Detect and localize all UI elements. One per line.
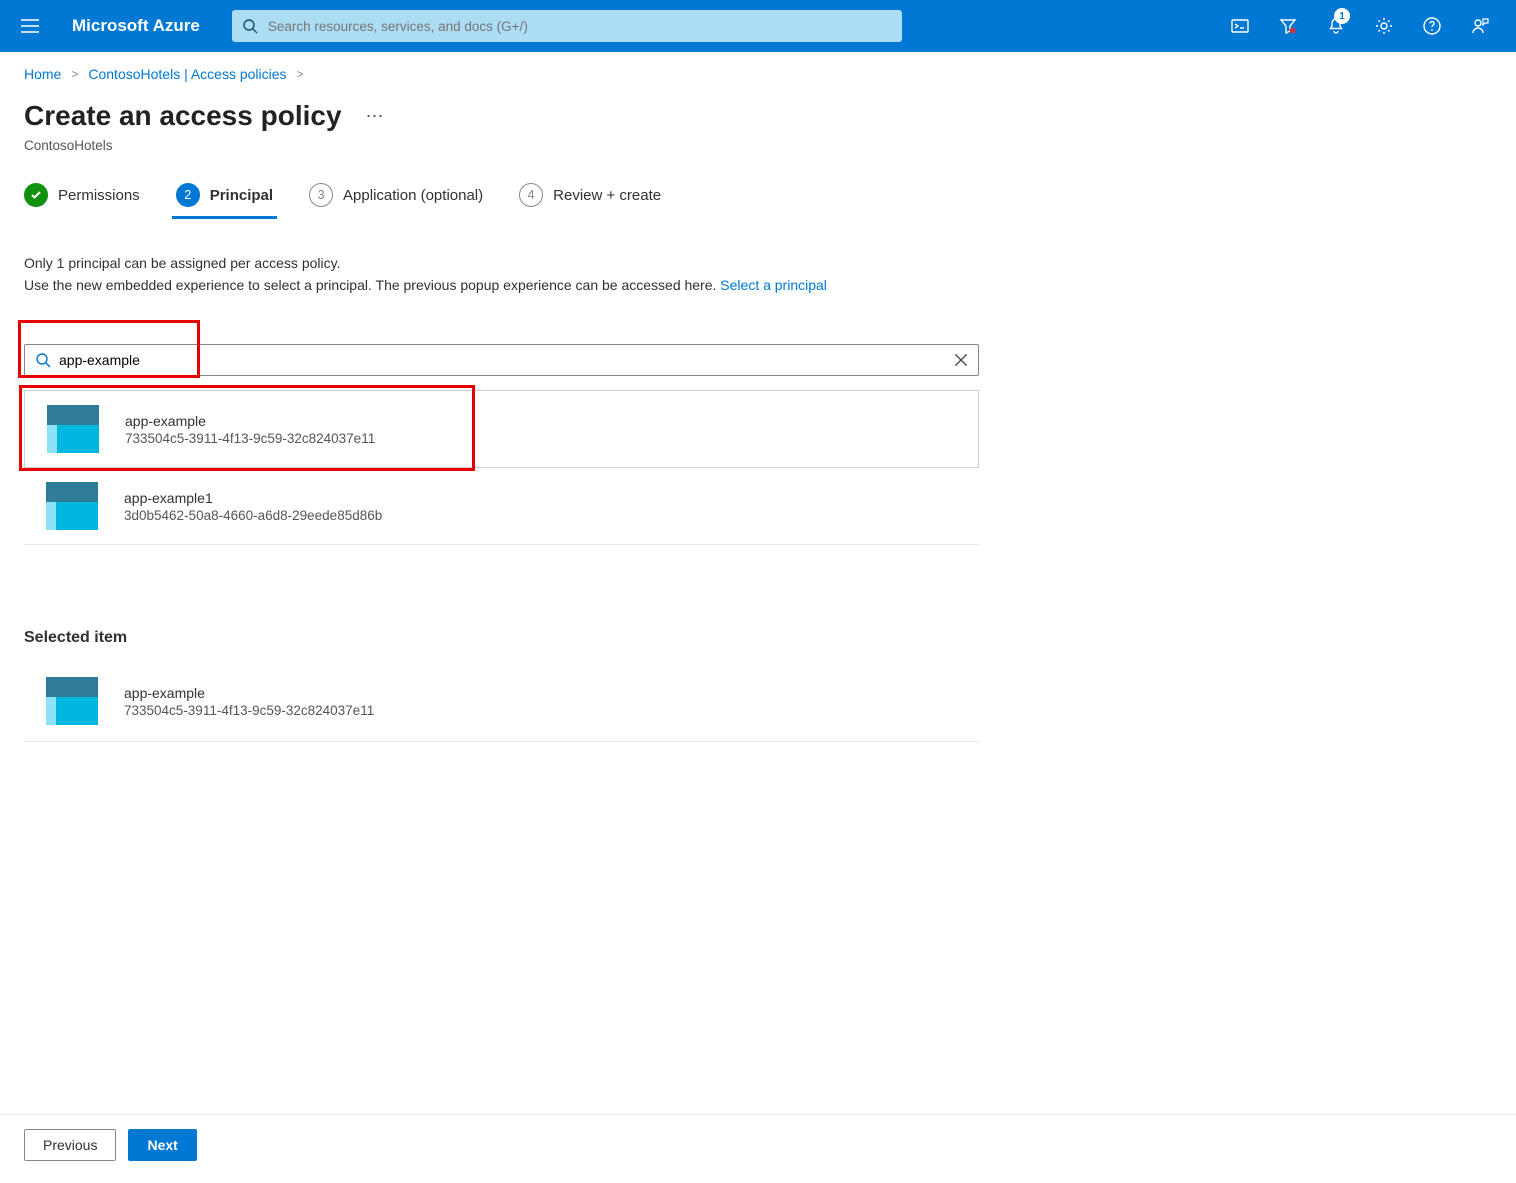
previous-button[interactable]: Previous [24, 1129, 116, 1161]
topbar-icon-group: 1 [1216, 0, 1504, 52]
result-item-app-example1[interactable]: app-example1 3d0b5462-50a8-4660-a6d8-29e… [24, 468, 979, 545]
result-name: app-example1 [124, 490, 382, 506]
hamburger-menu-button[interactable] [12, 8, 48, 44]
wizard-footer: Previous Next [0, 1114, 1516, 1183]
chevron-right-icon: > [297, 67, 304, 81]
step-label: Application (optional) [343, 187, 483, 204]
result-guid: 3d0b5462-50a8-4660-a6d8-29eede85d86b [124, 508, 382, 523]
result-guid: 733504c5-3911-4f13-9c59-32c824037e11 [125, 431, 375, 446]
next-button[interactable]: Next [128, 1129, 196, 1161]
step-label: Permissions [58, 187, 140, 204]
step-label: Review + create [553, 187, 661, 204]
check-icon [24, 183, 48, 207]
principal-search-box [24, 344, 979, 376]
cloud-shell-button[interactable] [1216, 0, 1264, 52]
result-name: app-example [125, 413, 375, 429]
step-review[interactable]: 4 Review + create [519, 183, 661, 217]
selected-name: app-example [124, 685, 374, 701]
filter-button[interactable] [1264, 0, 1312, 52]
chevron-right-icon: > [71, 67, 78, 81]
filter-icon [1278, 16, 1298, 36]
step-application[interactable]: 3 Application (optional) [309, 183, 483, 217]
global-search-input[interactable] [232, 10, 902, 42]
step-label: Principal [210, 187, 273, 204]
feedback-button[interactable] [1456, 0, 1504, 52]
breadcrumb-home[interactable]: Home [24, 66, 61, 82]
search-icon [35, 352, 51, 368]
step-number-icon: 2 [176, 183, 200, 207]
notification-badge: 1 [1334, 8, 1350, 24]
more-actions-button[interactable]: ⋯ [360, 106, 390, 127]
cloud-shell-icon [1230, 16, 1250, 36]
result-item-app-example[interactable]: app-example 733504c5-3911-4f13-9c59-32c8… [24, 390, 979, 468]
principal-search-input[interactable] [51, 352, 952, 368]
step-description: Only 1 principal can be assigned per acc… [24, 253, 984, 296]
desc-line-1: Only 1 principal can be assigned per acc… [24, 253, 984, 275]
step-permissions[interactable]: Permissions [24, 183, 140, 217]
person-feedback-icon [1470, 16, 1490, 36]
content-area: Home > ContosoHotels | Access policies >… [0, 52, 1516, 822]
selected-section-title: Selected item [24, 629, 979, 647]
hamburger-icon [21, 19, 39, 33]
selected-item-section: Selected item app-example 733504c5-3911-… [24, 629, 979, 742]
clear-search-button[interactable] [952, 351, 970, 369]
app-icon [47, 405, 99, 453]
wizard-steps: Permissions 2 Principal 3 Application (o… [24, 183, 1492, 217]
step-number-icon: 4 [519, 183, 543, 207]
principal-search-container [24, 344, 979, 376]
global-search [232, 10, 902, 42]
help-icon [1422, 16, 1442, 36]
notifications-button[interactable]: 1 [1312, 0, 1360, 52]
desc-line-2-text: Use the new embedded experience to selec… [24, 277, 720, 293]
search-icon [242, 18, 258, 34]
topbar: Microsoft Azure 1 [0, 0, 1516, 52]
page-subtitle: ContosoHotels [24, 138, 1492, 153]
breadcrumb-access-policies[interactable]: ContosoHotels | Access policies [88, 66, 286, 82]
page-title: Create an access policy [24, 100, 342, 132]
selected-item: app-example 733504c5-3911-4f13-9c59-32c8… [24, 667, 979, 742]
brand-label: Microsoft Azure [72, 16, 200, 36]
desc-line-2: Use the new embedded experience to selec… [24, 275, 984, 297]
breadcrumb: Home > ContosoHotels | Access policies > [24, 66, 1492, 82]
step-number-icon: 3 [309, 183, 333, 207]
settings-button[interactable] [1360, 0, 1408, 52]
page-title-row: Create an access policy ⋯ [24, 100, 1492, 132]
selected-guid: 733504c5-3911-4f13-9c59-32c824037e11 [124, 703, 374, 718]
step-principal[interactable]: 2 Principal [176, 183, 273, 217]
gear-icon [1374, 16, 1394, 36]
select-principal-link[interactable]: Select a principal [720, 277, 827, 293]
app-icon [46, 677, 98, 725]
help-button[interactable] [1408, 0, 1456, 52]
app-icon [46, 482, 98, 530]
principal-result-list: app-example 733504c5-3911-4f13-9c59-32c8… [24, 390, 979, 545]
